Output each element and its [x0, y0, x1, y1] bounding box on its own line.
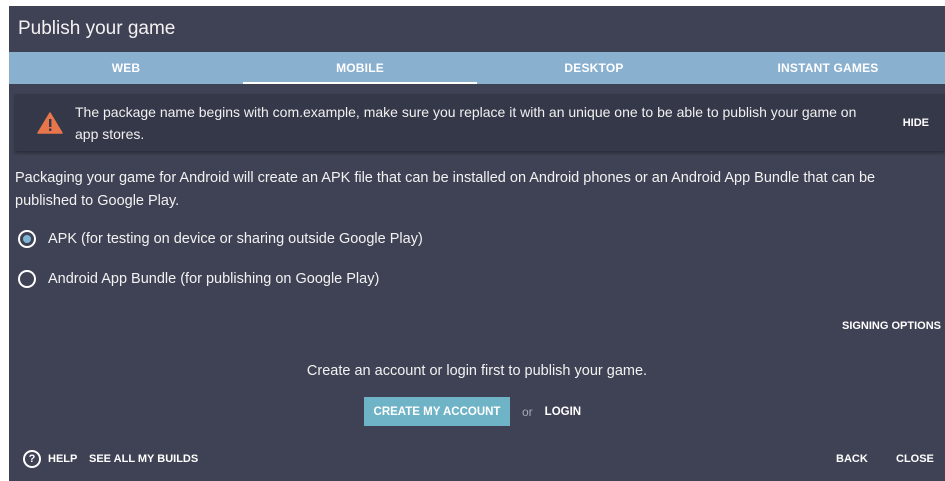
option-app-bundle[interactable]: Android App Bundle (for publishing on Go… [18, 270, 945, 288]
create-account-button[interactable]: CREATE MY ACCOUNT [364, 397, 510, 426]
back-button[interactable]: BACK [836, 453, 868, 465]
tab-web[interactable]: WEB [9, 52, 243, 84]
tab-mobile[interactable]: MOBILE [243, 52, 477, 84]
account-prompt: Create an account or login first to publ… [306, 363, 648, 379]
signing-options-button[interactable]: SIGNING OPTIONS [842, 320, 941, 332]
close-button[interactable]: CLOSE [896, 453, 934, 465]
help-circle-icon: ? [23, 450, 41, 468]
dialog-footer: ? HELP SEE ALL MY BUILDS BACK CLOSE [9, 450, 945, 472]
app-bundle-label: Android App Bundle (for publishing on Go… [48, 271, 380, 287]
dialog-title: Publish your game [18, 18, 176, 39]
help-button[interactable]: ? HELP [23, 450, 77, 468]
apk-label: APK (for testing on device or sharing ou… [48, 231, 423, 247]
publish-dialog: Publish your game WEB MOBILE DESKTOP INS… [9, 6, 945, 481]
help-label: HELP [48, 453, 78, 465]
tab-desktop[interactable]: DESKTOP [477, 52, 711, 84]
warning-alert: The package name begins with com.example… [15, 94, 945, 151]
account-actions: CREATE MY ACCOUNT or LOGIN [364, 397, 581, 426]
option-apk[interactable]: APK (for testing on device or sharing ou… [18, 230, 945, 248]
see-all-builds-button[interactable]: SEE ALL MY BUILDS [89, 453, 198, 465]
tab-bar: WEB MOBILE DESKTOP INSTANT GAMES [9, 52, 945, 84]
warning-icon [37, 111, 63, 134]
login-button[interactable]: LOGIN [545, 406, 581, 418]
tab-instant-games[interactable]: INSTANT GAMES [711, 52, 945, 84]
packaging-description: Packaging your game for Android will cre… [15, 170, 876, 209]
alert-message: The package name begins with com.example… [75, 103, 857, 142]
or-separator: or [522, 404, 533, 419]
app-bundle-radio[interactable] [18, 270, 36, 288]
hide-button[interactable]: HIDE [903, 94, 929, 151]
apk-radio[interactable] [18, 230, 36, 248]
